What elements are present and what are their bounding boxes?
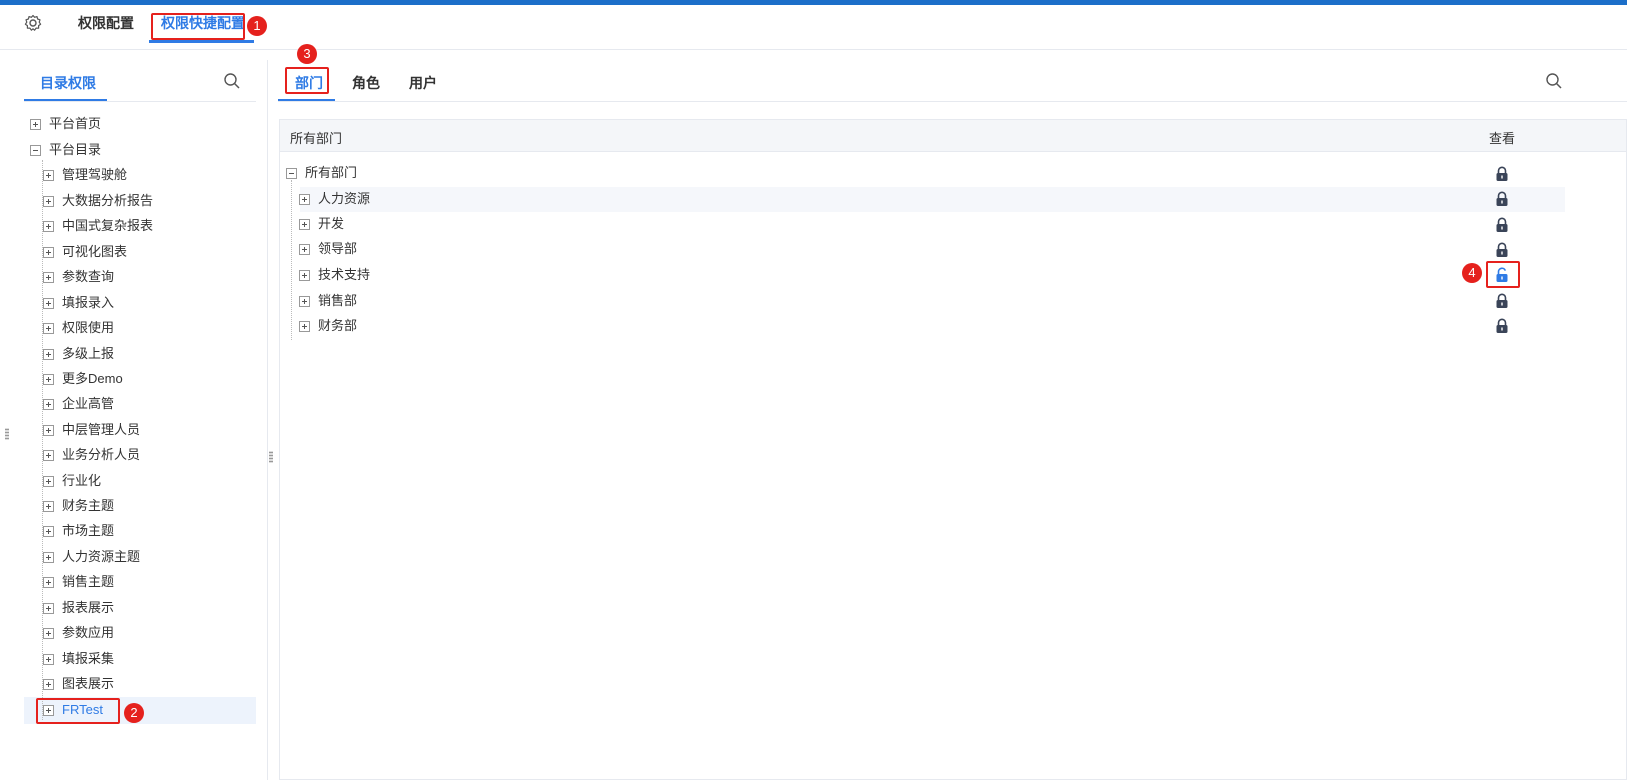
expand-icon[interactable]	[43, 476, 54, 487]
column-header-view: 查看	[1489, 131, 1516, 146]
tree-item-label: 开发	[318, 216, 345, 231]
lock-icon[interactable]	[1495, 166, 1509, 182]
tree-item-label: 参数查询	[62, 269, 115, 284]
tree-item-label: 行业化	[62, 473, 102, 488]
callout-box-3	[285, 67, 329, 94]
row-hover-highlight	[300, 187, 1565, 212]
tree-item-label: 报表展示	[62, 600, 115, 615]
permission-grid	[279, 119, 1627, 780]
collapse-icon[interactable]	[30, 145, 41, 156]
grid-header	[279, 119, 1627, 152]
tree-item-label: 更多Demo	[62, 371, 123, 386]
callout-badge-1: 1	[247, 16, 267, 36]
tree-item-label: 大数据分析报告	[62, 193, 154, 208]
tab-directory-permission[interactable]: 目录权限	[40, 73, 96, 93]
column-header-department: 所有部门	[290, 131, 343, 146]
expand-icon[interactable]	[43, 603, 54, 614]
tree-item-label: 中国式复杂报表	[62, 218, 154, 233]
lock-icon[interactable]	[1495, 191, 1509, 207]
callout-box-4	[1486, 261, 1520, 288]
expand-icon[interactable]	[43, 654, 54, 665]
left-tab-divider	[24, 101, 256, 102]
tree-item-label: 领导部	[318, 241, 358, 256]
expand-icon[interactable]	[43, 349, 54, 360]
active-tab-underline	[149, 40, 254, 43]
expand-icon[interactable]	[43, 679, 54, 690]
callout-badge-3: 3	[297, 44, 317, 64]
expand-icon[interactable]	[43, 501, 54, 512]
expand-icon[interactable]	[299, 194, 310, 205]
expand-icon[interactable]	[43, 247, 54, 258]
expand-icon[interactable]	[43, 450, 54, 461]
lock-icon[interactable]	[1495, 217, 1509, 233]
expand-icon[interactable]	[43, 628, 54, 639]
expand-icon[interactable]	[299, 321, 310, 332]
tab-permission-config[interactable]: 权限配置	[78, 13, 134, 33]
tree-item-label: 可视化图表	[62, 244, 128, 259]
tree-item-label: 财务主题	[62, 498, 115, 513]
expand-icon[interactable]	[43, 170, 54, 181]
expand-icon[interactable]	[43, 221, 54, 232]
tree-item-label: 平台目录	[49, 142, 102, 157]
expand-icon[interactable]	[43, 298, 54, 309]
lock-icon[interactable]	[1495, 242, 1509, 258]
expand-icon[interactable]	[299, 219, 310, 230]
tree-item-label: 销售部	[318, 293, 358, 308]
expand-icon[interactable]	[43, 526, 54, 537]
expand-icon[interactable]	[299, 270, 310, 281]
tree-item-label: 权限使用	[62, 320, 115, 335]
expand-icon[interactable]	[299, 244, 310, 255]
tree-item-label: 市场主题	[62, 523, 115, 538]
lock-icon[interactable]	[1495, 293, 1509, 309]
expand-icon[interactable]	[43, 374, 54, 385]
expand-icon[interactable]	[43, 196, 54, 207]
callout-badge-2: 2	[124, 703, 144, 723]
tree-item-label: 参数应用	[62, 625, 115, 640]
expand-icon[interactable]	[43, 577, 54, 588]
expand-icon[interactable]	[43, 323, 54, 334]
tree-item-label: 图表展示	[62, 676, 115, 691]
expand-icon[interactable]	[43, 399, 54, 410]
expand-icon[interactable]	[299, 296, 310, 307]
callout-badge-4: 4	[1462, 263, 1482, 283]
tree-item-label: 业务分析人员	[62, 447, 141, 462]
tree-item-label: 财务部	[318, 318, 358, 333]
tree-item-label: 销售主题	[62, 574, 115, 589]
callout-box-2	[36, 698, 120, 724]
tree-item-label: 填报采集	[62, 651, 115, 666]
search-icon[interactable]	[1545, 72, 1563, 90]
expand-icon[interactable]	[43, 272, 54, 283]
expand-icon[interactable]	[43, 425, 54, 436]
middle-splitter-handle[interactable]	[269, 451, 273, 463]
gear-icon[interactable]	[23, 13, 43, 33]
right-tab-divider	[278, 101, 1627, 102]
tree-item-label: 人力资源	[318, 191, 371, 206]
tree-item-label: 中层管理人员	[62, 422, 141, 437]
tree-item-label: 平台首页	[49, 116, 102, 131]
tab-role[interactable]: 角色	[352, 73, 380, 93]
tree-item-label: 企业高管	[62, 396, 115, 411]
tree-item-label: 管理驾驶舱	[62, 167, 128, 182]
tree-item-label: 所有部门	[305, 165, 358, 180]
tree-item-label: 人力资源主题	[62, 549, 141, 564]
search-icon[interactable]	[223, 72, 241, 90]
expand-icon[interactable]	[43, 552, 54, 563]
tree-guide-line	[291, 180, 292, 340]
callout-box-1	[151, 13, 245, 40]
left-splitter-handle[interactable]	[5, 428, 9, 440]
tree-item-label: 多级上报	[62, 346, 115, 361]
tree-item-label: 技术支持	[318, 267, 371, 282]
tab-user[interactable]: 用户	[409, 73, 437, 93]
lock-icon[interactable]	[1495, 318, 1509, 334]
collapse-icon[interactable]	[286, 168, 297, 179]
expand-icon[interactable]	[30, 119, 41, 130]
tree-item-label: 填报录入	[62, 295, 115, 310]
